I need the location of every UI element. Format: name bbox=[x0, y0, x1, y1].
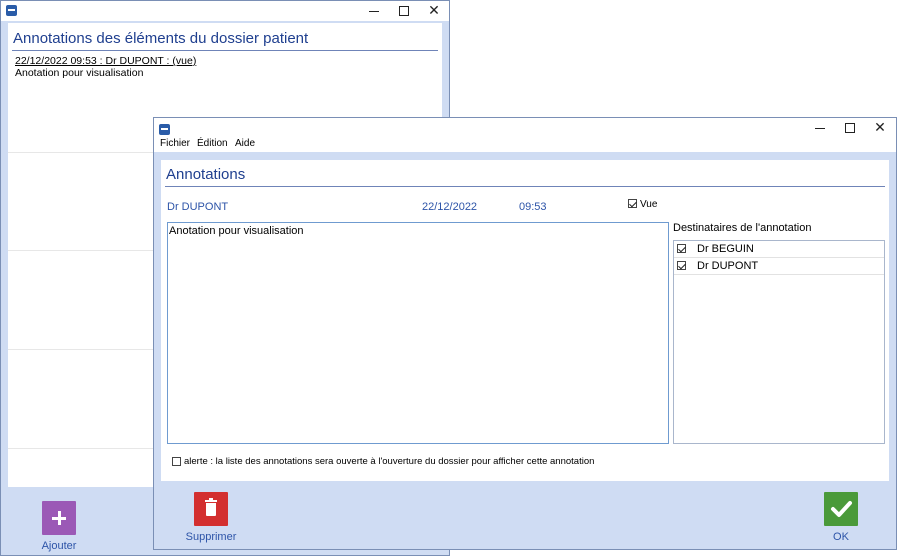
plus-icon-vertical bbox=[57, 511, 61, 525]
page-title: Annotations des éléments du dossier pati… bbox=[13, 30, 309, 47]
menu-aide[interactable]: Aide bbox=[235, 138, 255, 149]
delete-button-label[interactable]: Supprimer bbox=[181, 531, 241, 543]
annotation-entry-text: Anotation pour visualisation bbox=[15, 67, 144, 79]
annotation-entry-header: 22/12/2022 09:53 : Dr DUPONT : (vue) bbox=[15, 55, 197, 67]
author-label: Dr DUPONT bbox=[167, 201, 229, 213]
menu-fichier[interactable]: Fichier bbox=[160, 138, 190, 149]
minimize-icon[interactable] bbox=[359, 1, 389, 21]
title-divider bbox=[165, 186, 885, 187]
trash-icon-handle bbox=[209, 498, 213, 500]
app-icon bbox=[159, 124, 170, 135]
maximize-icon[interactable] bbox=[835, 118, 865, 138]
title-divider bbox=[12, 50, 438, 51]
vue-checkbox[interactable] bbox=[628, 199, 637, 208]
annotation-textarea[interactable]: Anotation pour visualisation bbox=[167, 222, 669, 444]
menu-edition[interactable]: Édition bbox=[197, 138, 228, 149]
maximize-icon[interactable] bbox=[389, 1, 419, 21]
vue-label: Vue bbox=[640, 199, 658, 210]
recipient-checkbox[interactable] bbox=[677, 244, 686, 253]
annotation-text: Anotation pour visualisation bbox=[169, 225, 304, 237]
check-icon bbox=[831, 501, 852, 517]
add-button-label[interactable]: Ajouter bbox=[29, 540, 89, 552]
delete-button[interactable] bbox=[194, 492, 228, 526]
alert-checkbox[interactable] bbox=[172, 457, 181, 466]
recipient-name: Dr BEGUIN bbox=[697, 243, 754, 255]
recipients-list[interactable]: Dr BEGUIN Dr DUPONT bbox=[673, 240, 885, 444]
front-panel: Annotations Dr DUPONT 22/12/2022 09:53 V… bbox=[161, 160, 889, 481]
ok-button-label[interactable]: OK bbox=[811, 531, 871, 543]
recipient-name: Dr DUPONT bbox=[697, 260, 759, 272]
back-titlebar[interactable]: ✕ bbox=[1, 1, 449, 21]
recipients-label: Destinataires de l'annotation bbox=[673, 222, 812, 234]
minimize-icon[interactable] bbox=[805, 118, 835, 138]
alert-label: alerte : la liste des annotations sera o… bbox=[184, 456, 595, 467]
ok-button[interactable] bbox=[824, 492, 858, 526]
close-icon[interactable]: ✕ bbox=[419, 1, 449, 21]
close-icon[interactable]: ✕ bbox=[865, 118, 895, 138]
recipient-checkbox[interactable] bbox=[677, 261, 686, 270]
annotation-entry[interactable]: 22/12/2022 09:53 : Dr DUPONT : (vue) Ano… bbox=[15, 55, 196, 79]
recipient-row[interactable]: Dr BEGUIN bbox=[674, 241, 884, 258]
app-icon bbox=[6, 5, 17, 16]
front-titlebar[interactable]: ✕ Fichier Édition Aide bbox=[154, 118, 896, 152]
front-window: ✕ Fichier Édition Aide Annotations Dr DU… bbox=[153, 117, 897, 550]
date-label: 22/12/2022 bbox=[422, 201, 478, 213]
trash-icon bbox=[205, 500, 217, 502]
time-label: 09:53 bbox=[519, 201, 547, 213]
add-button[interactable] bbox=[42, 501, 76, 535]
annotations-title: Annotations bbox=[166, 166, 246, 183]
trash-icon-body bbox=[206, 503, 216, 516]
recipient-row[interactable]: Dr DUPONT bbox=[674, 258, 884, 275]
